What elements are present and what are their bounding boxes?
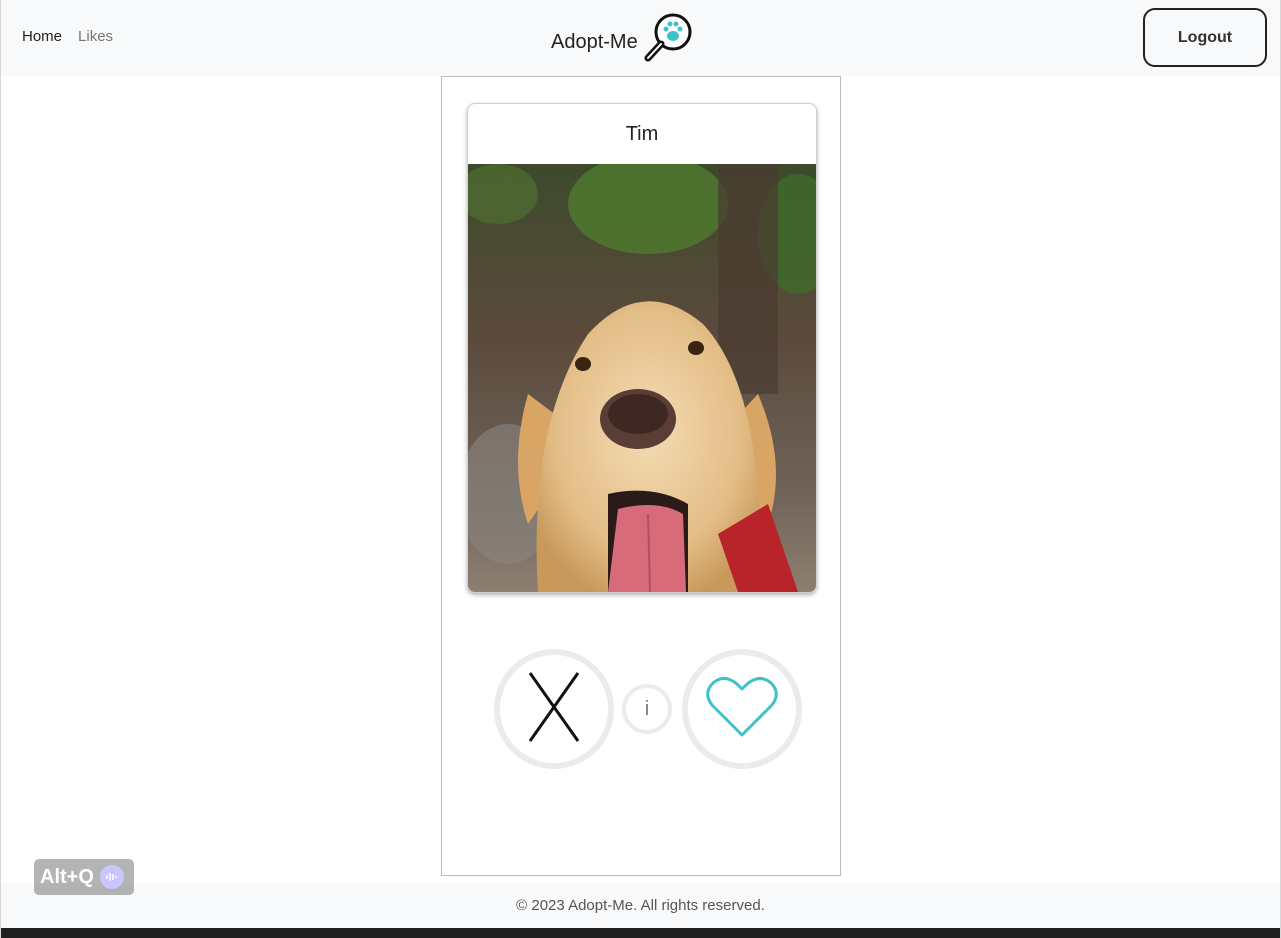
like-button[interactable] bbox=[682, 649, 802, 769]
heart-icon bbox=[705, 675, 779, 744]
altq-label: Alt+Q bbox=[40, 865, 94, 888]
pet-name: Tim bbox=[625, 123, 659, 145]
dog-photo bbox=[468, 164, 816, 592]
waveform-icon bbox=[99, 865, 124, 889]
altq-overlay[interactable]: Alt+Q bbox=[34, 859, 134, 895]
footer: © 2023 Adopt-Me. All rights reserved. bbox=[1, 883, 1280, 928]
magnifier-paw-icon bbox=[642, 10, 696, 69]
nav-links: Home Likes bbox=[22, 28, 113, 45]
pet-card: Tim bbox=[467, 103, 817, 593]
navbar: Home Likes Adopt-Me Logout bbox=[1, 0, 1280, 76]
taskbar bbox=[1, 928, 1280, 938]
info-button[interactable]: i bbox=[622, 684, 672, 734]
action-buttons: i bbox=[442, 649, 842, 769]
nav-likes-link[interactable]: Likes bbox=[78, 28, 113, 45]
brand-name: Adopt-Me bbox=[551, 31, 638, 53]
x-icon bbox=[524, 669, 584, 750]
brand[interactable]: Adopt-Me bbox=[551, 10, 696, 69]
page: Home Likes Adopt-Me Logout Tim i © 2023 … bbox=[0, 0, 1281, 938]
nav-home-link[interactable]: Home bbox=[22, 28, 62, 45]
info-label: i bbox=[644, 697, 650, 720]
logout-button[interactable]: Logout bbox=[1143, 8, 1267, 67]
copyright-text: © 2023 Adopt-Me. All rights reserved. bbox=[516, 897, 765, 914]
reject-button[interactable] bbox=[494, 649, 614, 769]
main-container: Tim i bbox=[441, 76, 841, 876]
